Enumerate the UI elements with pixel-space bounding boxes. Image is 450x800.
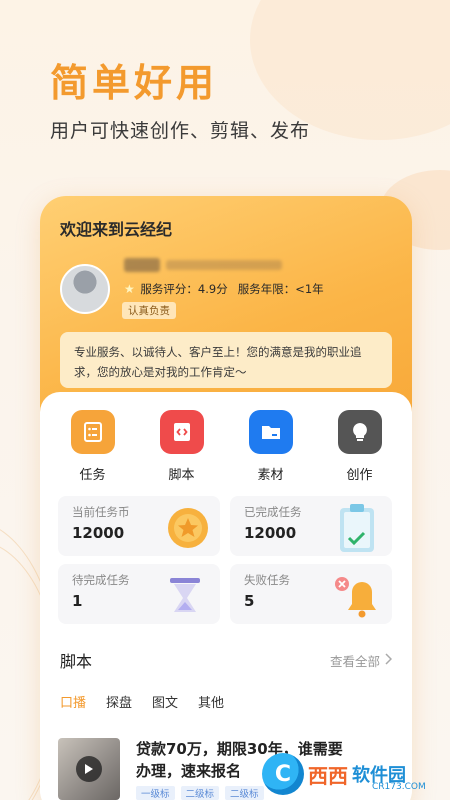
watermark: C 西西 软件园 CR173.COM: [262, 752, 448, 796]
see-all-link[interactable]: 查看全部: [329, 651, 393, 670]
code-icon: [159, 410, 204, 454]
watermark-logo: C: [262, 753, 304, 795]
hero-title: 简单好用: [50, 61, 219, 105]
quick-action-script[interactable]: 脚本: [147, 410, 217, 483]
quick-action-label: 素材: [257, 468, 284, 483]
stat-card-failed[interactable]: 失败任务 5: [230, 564, 392, 624]
play-icon: [76, 756, 102, 782]
quick-action-label: 任务: [79, 468, 106, 483]
avatar[interactable]: [60, 264, 110, 314]
script-tabs: 口播 探盘 图文 其他: [60, 692, 224, 711]
stat-card-coins[interactable]: 当前任务币 12000: [58, 496, 220, 556]
quick-action-material[interactable]: 素材: [236, 410, 306, 483]
phone-mockup: 欢迎来到云经纪 ★ 服务评分：4.9分 服务年限：<1年 认真负责 专业服务、以…: [40, 196, 412, 800]
bulb-icon: [337, 410, 382, 454]
quick-action-label: 创作: [346, 468, 373, 483]
scripts-section-header: 脚本 查看全部: [60, 648, 393, 672]
tab-koubo[interactable]: 口播: [60, 692, 86, 711]
quick-action-task[interactable]: 任务: [58, 410, 128, 483]
section-title: 脚本: [60, 652, 93, 671]
hourglass-icon: [168, 576, 202, 624]
blurred-name: [124, 258, 160, 272]
folder-icon: [248, 410, 293, 454]
tab-tanpan[interactable]: 探盘: [106, 692, 132, 711]
stats-grid: 当前任务币 12000 已完成任务 12000 待完成任务 1 失败任务 5: [58, 496, 392, 624]
profile-badge: 认真负责: [122, 302, 176, 319]
years-label: 服务年限：: [237, 282, 296, 296]
welcome-text: 欢迎来到云经纪: [60, 220, 173, 239]
phone-content: 任务 脚本 素材 创作 当前任务币 12000 已完成任务 12000 待完成任…: [40, 392, 412, 800]
article-tag: 二级标: [225, 786, 264, 800]
chevron-right-icon: [384, 652, 393, 668]
article-tag: 一级标: [136, 786, 175, 800]
quick-action-label: 脚本: [168, 468, 195, 483]
checklist-icon: [336, 502, 378, 556]
stat-card-pending[interactable]: 待完成任务 1: [58, 564, 220, 624]
tab-other[interactable]: 其他: [198, 692, 224, 711]
article-tag: 二级标: [180, 786, 220, 800]
blurred-organization: [166, 260, 282, 270]
video-thumbnail[interactable]: [58, 738, 120, 800]
star-icon: ★: [124, 282, 135, 296]
watermark-text: 西西: [308, 763, 348, 788]
rating-label: 服务评分：: [140, 282, 198, 296]
stat-card-completed[interactable]: 已完成任务 12000: [230, 496, 392, 556]
coin-icon: [166, 506, 210, 554]
tab-tuwen[interactable]: 图文: [152, 692, 178, 711]
task-icon: [70, 410, 115, 454]
bell-icon: [332, 574, 382, 624]
motto-box: 专业服务、以诚待人、客户至上！您的满意是我的职业追求，您的放心是对我的工作肯定～: [60, 332, 392, 388]
years-value: <1年: [295, 282, 324, 296]
watermark-sub: CR173.COM: [372, 782, 426, 792]
profile-header: 欢迎来到云经纪 ★ 服务评分：4.9分 服务年限：<1年 认真负责 专业服务、以…: [40, 196, 412, 416]
see-all-label: 查看全部: [329, 653, 380, 669]
quick-actions: 任务 脚本 素材 创作: [40, 410, 412, 483]
quick-action-create[interactable]: 创作: [325, 410, 395, 483]
hero-subtitle: 用户可快速创作、剪辑、发布: [50, 120, 311, 142]
rating-value: 4.9分: [197, 282, 228, 296]
service-info: ★ 服务评分：4.9分 服务年限：<1年: [124, 281, 324, 297]
